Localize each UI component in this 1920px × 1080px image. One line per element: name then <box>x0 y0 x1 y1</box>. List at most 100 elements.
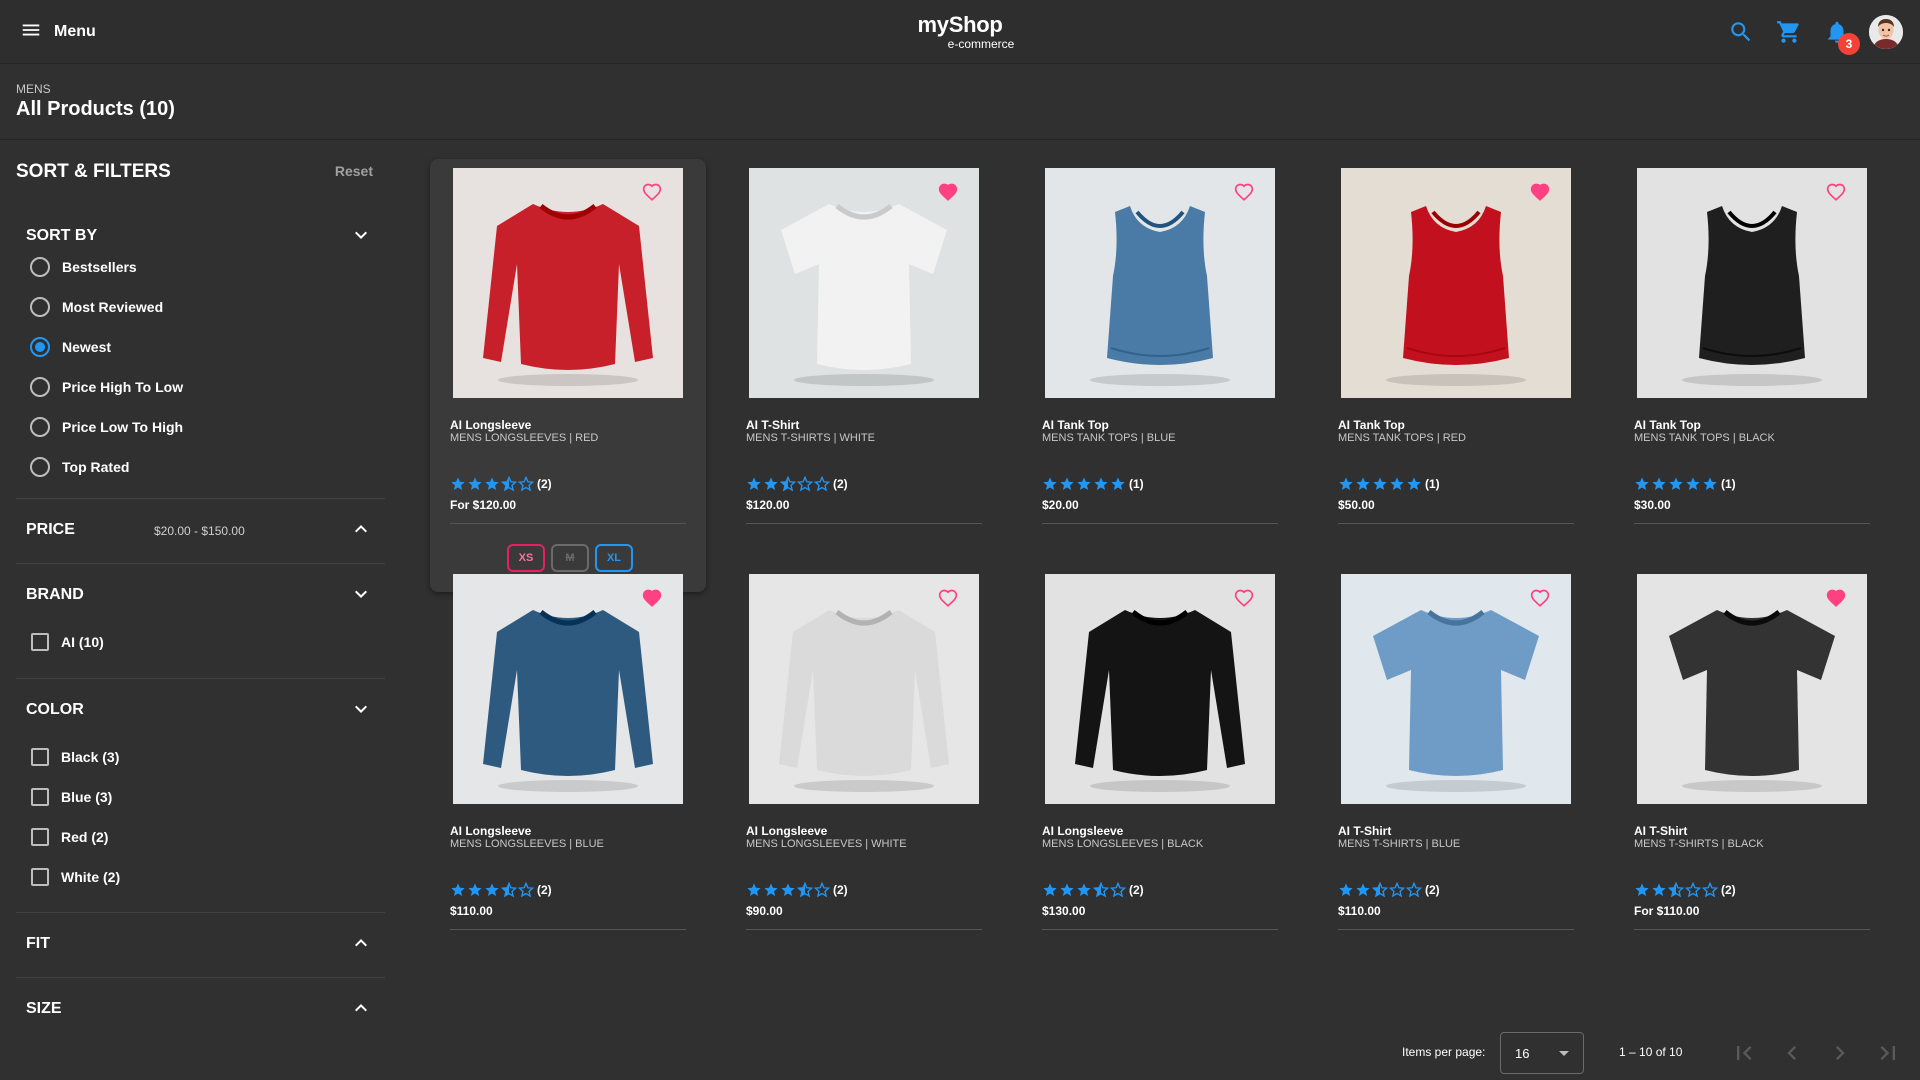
menu-button[interactable]: Menu <box>20 18 96 46</box>
radio-button-selected[interactable] <box>30 337 50 357</box>
breadcrumb[interactable]: MENS <box>16 82 51 96</box>
color-option-blue[interactable]: Blue (3) <box>30 782 112 812</box>
favorite-outline-icon[interactable] <box>1234 588 1254 608</box>
star-filled-icon <box>1077 477 1091 490</box>
review-count: (2) <box>1425 883 1440 897</box>
product-name[interactable]: AI Tank Top <box>1634 418 1701 432</box>
items-per-page-label: Items per page: <box>1402 1045 1486 1059</box>
radio-button[interactable] <box>30 417 50 437</box>
sort-option-most-reviewed[interactable]: Most Reviewed <box>30 292 163 322</box>
color-option-red[interactable]: Red (2) <box>30 822 108 852</box>
product-image[interactable] <box>1045 168 1275 398</box>
size-options: XS M XL <box>507 544 633 572</box>
radio-button[interactable] <box>30 297 50 317</box>
star-filled-icon <box>764 477 778 490</box>
product-name[interactable]: AI Longsleeve <box>746 824 827 838</box>
favorite-filled-icon[interactable] <box>1530 182 1550 202</box>
favorite-outline-icon[interactable] <box>938 588 958 608</box>
product-name[interactable]: AI Tank Top <box>1042 418 1109 432</box>
price-header[interactable]: PRICE $20.00 - $150.00 <box>16 499 385 559</box>
sort-option-newest[interactable]: Newest <box>30 332 111 362</box>
favorite-filled-icon[interactable] <box>642 588 662 608</box>
product-name[interactable]: AI T-Shirt <box>1634 824 1687 838</box>
radio-button[interactable] <box>30 377 50 397</box>
product-name[interactable]: AI T-Shirt <box>746 418 799 432</box>
sort-option-label: Price High To Low <box>62 379 184 395</box>
product-category: MENS TANK TOPS | BLUE <box>1042 432 1176 444</box>
page-size-select[interactable]: 16 <box>1500 1032 1584 1074</box>
brand-logo[interactable]: myShop e-commerce <box>880 12 1040 51</box>
sort-option-bestsellers[interactable]: Bestsellers <box>30 252 137 282</box>
product-image[interactable] <box>749 574 979 804</box>
checkbox[interactable] <box>31 868 49 886</box>
product-image[interactable] <box>1637 574 1867 804</box>
page-title: All Products (10) <box>16 98 175 120</box>
star-outline-icon <box>1389 882 1405 898</box>
star-filled-icon <box>764 883 778 896</box>
product-image[interactable] <box>453 574 683 804</box>
shopping-cart-icon[interactable] <box>1776 19 1802 45</box>
favorite-outline-icon[interactable] <box>1234 182 1254 202</box>
star-outline-icon <box>1110 882 1126 898</box>
color-option-black[interactable]: Black (3) <box>30 742 119 772</box>
sort-option-label: Top Rated <box>62 459 130 475</box>
card-divider <box>1042 929 1278 930</box>
size-chip-xl[interactable]: XL <box>595 544 633 572</box>
brand-header[interactable]: BRAND <box>16 564 385 624</box>
product-price: $20.00 <box>1042 498 1079 512</box>
color-option-white[interactable]: White (2) <box>30 862 120 892</box>
favorite-filled-icon[interactable] <box>938 182 958 202</box>
checkbox[interactable] <box>31 633 49 651</box>
sort-option-price-low-to-high[interactable]: Price Low To High <box>30 412 183 442</box>
product-image[interactable] <box>1341 574 1571 804</box>
checkbox[interactable] <box>31 828 49 846</box>
fit-label: FIT <box>26 935 50 952</box>
checkbox[interactable] <box>31 748 49 766</box>
product-image[interactable] <box>1045 574 1275 804</box>
product-image[interactable] <box>1637 168 1867 398</box>
reset-filters-button[interactable]: Reset <box>335 163 373 179</box>
product-name[interactable]: AI Longsleeve <box>450 824 531 838</box>
star-filled-icon <box>468 477 482 490</box>
star-filled-icon <box>1390 477 1404 490</box>
product-name[interactable]: AI Longsleeve <box>1042 824 1123 838</box>
radio-button[interactable] <box>30 257 50 277</box>
brand-title: myShop <box>917 12 1003 37</box>
star-filled-icon <box>747 477 761 490</box>
size-chip-m[interactable]: M <box>551 544 589 572</box>
size-chip-xs[interactable]: XS <box>507 544 545 572</box>
favorite-outline-icon[interactable] <box>1826 182 1846 202</box>
product-category: MENS LONGSLEEVES | BLUE <box>450 838 604 850</box>
notification-badge: 3 <box>1838 33 1860 55</box>
brand-option-ai[interactable]: AI (10) <box>30 627 104 657</box>
previous-page-icon[interactable] <box>1778 1039 1806 1067</box>
star-filled-icon <box>1635 883 1649 896</box>
user-avatar[interactable] <box>1869 15 1903 49</box>
star-filled-icon <box>1043 477 1057 490</box>
sort-option-price-high-to-low[interactable]: Price High To Low <box>30 372 183 402</box>
radio-button[interactable] <box>30 457 50 477</box>
product-name[interactable]: AI T-Shirt <box>1338 824 1391 838</box>
favorite-filled-icon[interactable] <box>1826 588 1846 608</box>
star-filled-icon <box>1077 883 1091 896</box>
favorite-outline-icon[interactable] <box>642 182 662 202</box>
size-header[interactable]: SIZE <box>16 978 385 1038</box>
product-price: For $120.00 <box>450 498 517 512</box>
sort-option-top-rated[interactable]: Top Rated <box>30 452 129 482</box>
star-filled-icon <box>1635 477 1649 490</box>
product-name[interactable]: AI Tank Top <box>1338 418 1405 432</box>
product-name[interactable]: AI Longsleeve <box>450 418 531 432</box>
fit-header[interactable]: FIT <box>16 913 385 973</box>
color-header[interactable]: COLOR <box>16 679 385 739</box>
next-page-icon[interactable] <box>1826 1039 1854 1067</box>
favorite-outline-icon[interactable] <box>1530 588 1550 608</box>
search-icon[interactable] <box>1728 19 1754 45</box>
review-count: (1) <box>1129 477 1144 491</box>
star-half-icon <box>1668 882 1684 898</box>
last-page-icon[interactable] <box>1874 1039 1902 1067</box>
checkbox[interactable] <box>31 788 49 806</box>
product-image[interactable] <box>1341 168 1571 398</box>
product-image[interactable] <box>749 168 979 398</box>
product-image[interactable] <box>453 168 683 398</box>
first-page-icon[interactable] <box>1730 1039 1758 1067</box>
